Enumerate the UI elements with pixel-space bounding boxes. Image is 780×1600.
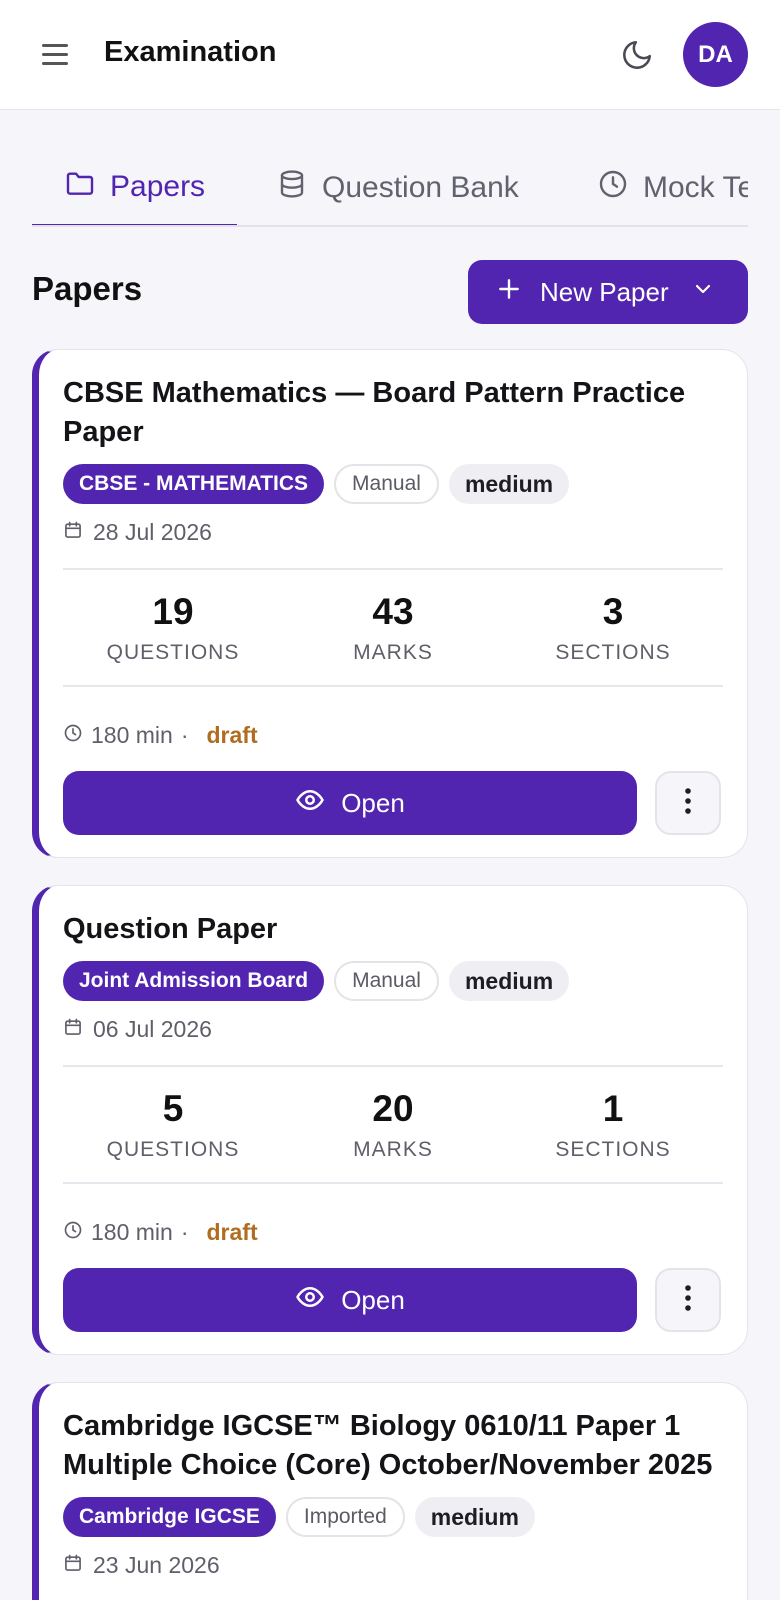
database-icon (276, 168, 308, 208)
eye-icon (295, 1282, 325, 1319)
board-badge: Cambridge IGCSE (63, 1497, 276, 1537)
source-badge: Manual (334, 464, 439, 504)
calendar-icon (63, 519, 83, 546)
stat-questions: 5 QUESTIONS (63, 1067, 283, 1182)
questions-count: 19 (152, 590, 194, 632)
stat-questions: 19 QUESTIONS (63, 570, 283, 685)
source-badge: Imported (285, 1497, 405, 1537)
tab-mock-tests[interactable]: Mock Tests (597, 150, 748, 225)
paper-card: Question Paper Joint Admission Board Man… (32, 885, 748, 1355)
paper-actions: Open (63, 771, 723, 835)
calendar-icon (63, 1552, 83, 1579)
more-options-button[interactable] (655, 771, 721, 835)
paper-meta-row: 180 min · draft (63, 717, 723, 753)
difficulty-badge: medium (414, 1497, 535, 1537)
plus-icon (496, 276, 522, 309)
top-bar: Examination DA (0, 0, 780, 110)
paper-title: Cambridge IGCSE™ Biology 0610/11 Paper 1… (63, 1410, 713, 1481)
board-badge: CBSE - MATHEMATICS (63, 464, 325, 504)
paper-title: Question Paper (63, 913, 278, 945)
stat-marks: 43 MARKS (283, 570, 503, 685)
clock-icon (63, 722, 83, 749)
paper-date-row: 28 Jul 2026 (63, 512, 723, 552)
clock-icon (63, 1219, 83, 1246)
paper-meta-row: 180 min · draft (63, 1214, 723, 1250)
open-label: Open (341, 787, 405, 818)
app-title: Examination (104, 36, 277, 68)
sections-label: SECTIONS (555, 1137, 671, 1161)
paper-duration: 180 min (91, 1218, 173, 1245)
page-title: Papers (32, 270, 143, 307)
open-button[interactable]: Open (63, 1268, 637, 1332)
sections-count: 1 (602, 1087, 624, 1129)
eye-icon (295, 785, 325, 822)
difficulty-badge: medium (448, 961, 570, 1001)
paper-card: CBSE Mathematics — Board Pattern Practic… (32, 349, 748, 858)
marks-count: 20 (372, 1087, 414, 1129)
status-badge: draft (206, 721, 258, 748)
questions-count: 5 (162, 1087, 184, 1129)
open-button[interactable]: Open (63, 771, 637, 835)
paper-stats: 5 QUESTIONS 20 MARKS 1 SECTIONS (63, 1065, 723, 1184)
tab-question-bank[interactable]: Question Bank (276, 150, 519, 225)
paper-title: CBSE Mathematics — Board Pattern Practic… (63, 377, 686, 448)
sections-label: SECTIONS (555, 640, 671, 664)
tab-label: Papers (110, 170, 206, 203)
open-label: Open (341, 1284, 405, 1315)
folder-icon (64, 167, 96, 207)
board-badge: Joint Admission Board (63, 961, 325, 1001)
more-vertical-icon (684, 787, 692, 820)
difficulty-badge: medium (448, 464, 570, 504)
paper-date: 28 Jul 2026 (93, 518, 212, 545)
questions-label: QUESTIONS (106, 640, 240, 664)
stat-sections: 1 SECTIONS (503, 1067, 723, 1182)
paper-date-row: 23 Jun 2026 (63, 1545, 723, 1585)
paper-date: 23 Jun 2026 (93, 1551, 220, 1578)
status-badge: draft (206, 1218, 258, 1245)
marks-label: MARKS (353, 640, 433, 664)
sections-count: 3 (602, 590, 624, 632)
tab-bar: Papers Question Bank Mock Tests (32, 150, 748, 227)
marks-label: MARKS (353, 1137, 433, 1161)
avatar[interactable]: DA (683, 22, 748, 87)
new-paper-label: New Paper (540, 276, 669, 307)
paper-card: Cambridge IGCSE™ Biology 0610/11 Paper 1… (32, 1382, 748, 1600)
paper-badges: CBSE - MATHEMATICS Manual medium (63, 464, 723, 504)
paper-date: 06 Jul 2026 (93, 1015, 212, 1042)
paper-stats: 19 QUESTIONS 43 MARKS 3 SECTIONS (63, 568, 723, 687)
marks-count: 43 (372, 590, 414, 632)
separator-dot: · (180, 1218, 189, 1245)
new-paper-button[interactable]: New Paper (468, 260, 748, 324)
tab-label: Mock Tests (643, 170, 748, 204)
paper-badges: Joint Admission Board Manual medium (63, 961, 723, 1001)
stat-sections: 3 SECTIONS (503, 570, 723, 685)
clock-icon (597, 168, 629, 208)
tab-papers[interactable]: Papers (32, 150, 237, 225)
source-badge: Manual (334, 961, 439, 1001)
stat-marks: 20 MARKS (283, 1067, 503, 1182)
chevron-down-icon (691, 277, 715, 308)
paper-badges: Cambridge IGCSE Imported medium (63, 1497, 723, 1537)
paper-duration: 180 min (91, 721, 173, 748)
more-vertical-icon (684, 1284, 692, 1317)
hamburger-menu-icon[interactable] (42, 42, 70, 68)
separator-dot: · (180, 721, 189, 748)
questions-label: QUESTIONS (106, 1137, 240, 1161)
calendar-icon (63, 1016, 83, 1043)
tab-label: Question Bank (322, 170, 519, 204)
paper-actions: Open (63, 1268, 723, 1332)
paper-date-row: 06 Jul 2026 (63, 1009, 723, 1049)
moon-icon[interactable] (620, 38, 654, 72)
more-options-button[interactable] (655, 1268, 721, 1332)
